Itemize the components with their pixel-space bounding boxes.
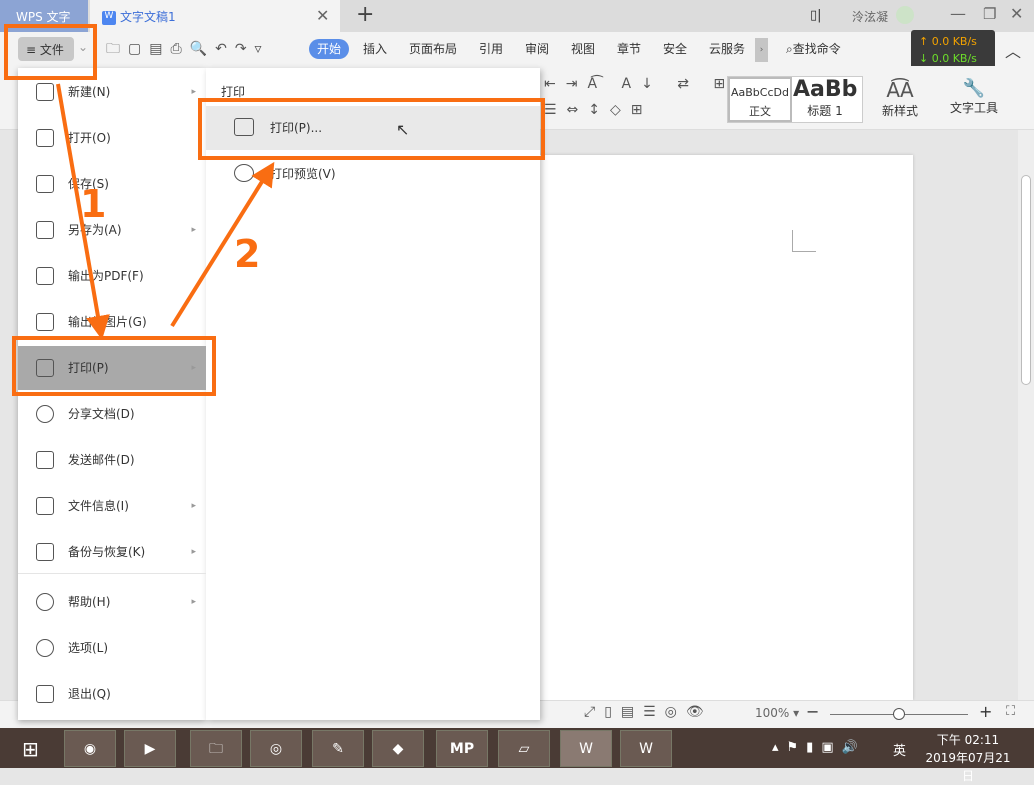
step-2-label: 2 (234, 232, 261, 276)
annotation-arrows (56, 83, 275, 340)
step-1-label: 1 (80, 182, 107, 226)
